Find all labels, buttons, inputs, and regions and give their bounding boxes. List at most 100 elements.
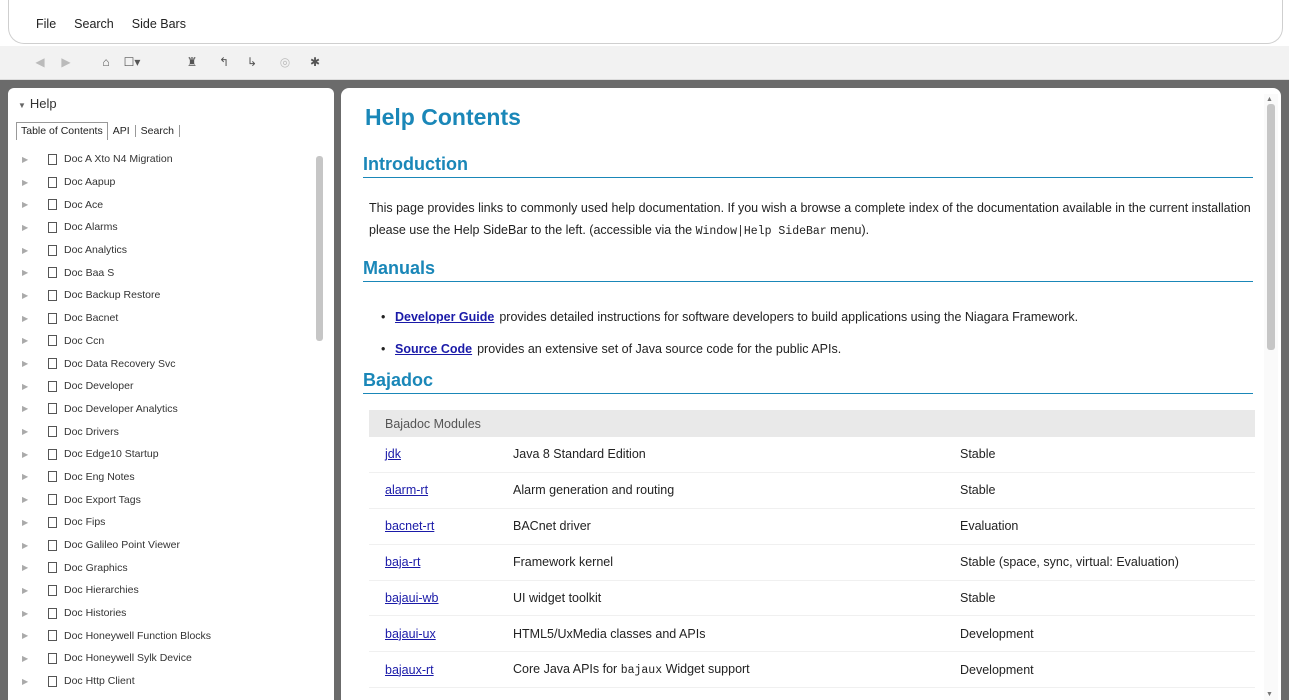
help-sidebar-header[interactable]: ▼ Help [18, 96, 57, 111]
content-scroll-thumb[interactable] [1267, 104, 1275, 350]
toc-item[interactable]: ▶ Doc Histories [20, 602, 310, 625]
content-scrollbar[interactable]: ▲ ▼ [1264, 94, 1278, 700]
toc-item[interactable]: ▶ Doc Http Client [20, 670, 310, 693]
expand-arrow-icon[interactable]: ▶ [20, 541, 42, 550]
toc-item[interactable]: ▶ Doc Fips [20, 511, 310, 534]
module-link[interactable]: bajaui-ux [385, 627, 436, 641]
home-icon[interactable]: ⌂ [96, 52, 116, 72]
module-link[interactable]: jdk [385, 447, 401, 461]
expand-arrow-icon[interactable]: ▶ [20, 472, 42, 481]
module-status: Stable [959, 580, 1255, 617]
toc-item[interactable]: ▶ Doc Data Recovery Svc [20, 352, 310, 375]
toc-item[interactable]: ▶ Doc Backup Restore [20, 284, 310, 307]
window-icon[interactable]: ☐▾ [122, 52, 142, 72]
toc-item[interactable]: ▶ Doc Graphics [20, 556, 310, 579]
expand-arrow-icon[interactable]: ▶ [20, 586, 42, 595]
expand-arrow-icon[interactable]: ▶ [20, 518, 42, 527]
tab-api[interactable]: API [108, 122, 135, 140]
binoculars-icon[interactable]: ♜ [182, 52, 202, 72]
bug-icon[interactable]: ✱ [305, 52, 325, 72]
expand-arrow-icon[interactable]: ▶ [20, 450, 42, 459]
toc-item[interactable]: ▶ Doc Eng Notes [20, 466, 310, 489]
module-link[interactable]: alarm-rt [385, 483, 428, 497]
module-link[interactable]: bajaui-wb [385, 591, 439, 605]
expand-arrow-icon[interactable]: ▶ [20, 495, 42, 504]
expand-arrow-icon[interactable]: ▶ [20, 155, 42, 164]
module-status: Stable [959, 472, 1255, 509]
expand-arrow-icon[interactable]: ▶ [20, 223, 42, 232]
bullet-icon: • [381, 342, 386, 356]
table-row: jdk Java 8 Standard Edition Stable [369, 437, 1255, 473]
module-link[interactable]: bajaux-rt [385, 663, 434, 677]
collapse-icon[interactable]: ▼ [18, 101, 26, 110]
stop-icon[interactable]: ◎ [275, 52, 295, 72]
expand-arrow-icon[interactable]: ▶ [20, 336, 42, 345]
section-heading-introduction: Introduction [363, 154, 1253, 178]
tab-search[interactable]: Search [136, 122, 179, 140]
expand-arrow-icon[interactable]: ▶ [20, 631, 42, 640]
menu-file[interactable]: File [36, 17, 56, 31]
document-icon [48, 358, 57, 370]
nav-down-icon[interactable]: ↳ [242, 52, 262, 72]
module-link[interactable]: baja-rt [385, 555, 420, 569]
back-icon[interactable]: ◀ [30, 52, 50, 72]
scroll-down-icon[interactable]: ▼ [1266, 691, 1273, 698]
forward-icon[interactable]: ▶ [56, 52, 76, 72]
toc-item[interactable]: ▶ Doc Hierarchies [20, 579, 310, 602]
document-icon [48, 221, 57, 233]
table-row: baja-rt Framework kernel Stable (space, sy… [369, 544, 1255, 581]
expand-arrow-icon[interactable]: ▶ [20, 314, 42, 323]
expand-arrow-icon[interactable]: ▶ [20, 654, 42, 663]
toc-item[interactable]: ▶ Doc Analytics [20, 239, 310, 262]
sidebar-scrollbar[interactable] [314, 148, 325, 696]
page-title: Help Contents [365, 104, 521, 130]
module-link[interactable]: bacnet-rt [385, 519, 434, 533]
document-icon [48, 199, 57, 211]
document-icon [48, 448, 57, 460]
toc-item[interactable]: ▶ Doc Baa S [20, 261, 310, 284]
toc-item[interactable]: ▶ Doc Alarms [20, 216, 310, 239]
toc-item[interactable]: ▶ Doc Honeywell Sylk Device [20, 647, 310, 670]
expand-arrow-icon[interactable]: ▶ [20, 200, 42, 209]
expand-arrow-icon[interactable]: ▶ [20, 246, 42, 255]
expand-arrow-icon[interactable]: ▶ [20, 178, 42, 187]
expand-arrow-icon[interactable]: ▶ [20, 427, 42, 436]
expand-arrow-icon[interactable]: ▶ [20, 291, 42, 300]
toc-item[interactable]: ▶ Doc Bacnet [20, 307, 310, 330]
toc-item[interactable]: ▶ Doc Aapup [20, 171, 310, 194]
toc-item[interactable]: ▶ Doc Galileo Point Viewer [20, 534, 310, 557]
tab-table-of-contents[interactable]: Table of Contents [16, 122, 108, 140]
menu-side-bars[interactable]: Side Bars [132, 17, 186, 31]
intro-paragraph: This page provides links to commonly use… [369, 197, 1259, 243]
menu-search[interactable]: Search [74, 17, 114, 31]
toc-item[interactable]: ▶ Doc Edge10 Startup [20, 443, 310, 466]
document-icon [48, 289, 57, 301]
expand-arrow-icon[interactable]: ▶ [20, 268, 42, 277]
expand-arrow-icon[interactable]: ▶ [20, 382, 42, 391]
module-status: Development [959, 615, 1255, 653]
expand-arrow-icon[interactable]: ▶ [20, 609, 42, 618]
toc-item[interactable]: ▶ Doc Developer Analytics [20, 398, 310, 421]
expand-arrow-icon[interactable]: ▶ [20, 359, 42, 368]
document-icon [48, 494, 57, 506]
module-description: Core HTML5-based Widget API [512, 687, 959, 700]
document-icon [48, 426, 57, 438]
developer-guide-link[interactable]: Developer Guide [395, 310, 494, 324]
sidebar-scroll-thumb[interactable] [316, 156, 323, 341]
toc-item[interactable]: ▶ Doc Ccn [20, 330, 310, 353]
description-text: Core Java APIs for [513, 662, 621, 677]
toc-item[interactable]: ▶ Doc Export Tags [20, 488, 310, 511]
source-code-link[interactable]: Source Code [395, 342, 472, 356]
expand-arrow-icon[interactable]: ▶ [20, 677, 42, 686]
toc-item[interactable]: ▶ Doc Developer [20, 375, 310, 398]
expand-arrow-icon[interactable]: ▶ [20, 404, 42, 413]
toc-item[interactable]: ▶ Doc Drivers [20, 420, 310, 443]
expand-arrow-icon[interactable]: ▶ [20, 563, 42, 572]
toc-item[interactable]: ▶ Doc Honeywell Function Blocks [20, 624, 310, 647]
nav-up-icon[interactable]: ↰ [214, 52, 234, 72]
toolbar: ◀ ▶ ⌂ ☐▾ ♜ ↰ ↳ ◎ ✱ [0, 46, 1289, 80]
toc-item[interactable]: ▶ Doc Ace [20, 193, 310, 216]
toc-item[interactable]: ▶ Doc A Xto N4 Migration [20, 148, 310, 171]
toc-item-label: Doc Hierarchies [64, 584, 139, 597]
scroll-up-icon[interactable]: ▲ [1266, 96, 1273, 103]
